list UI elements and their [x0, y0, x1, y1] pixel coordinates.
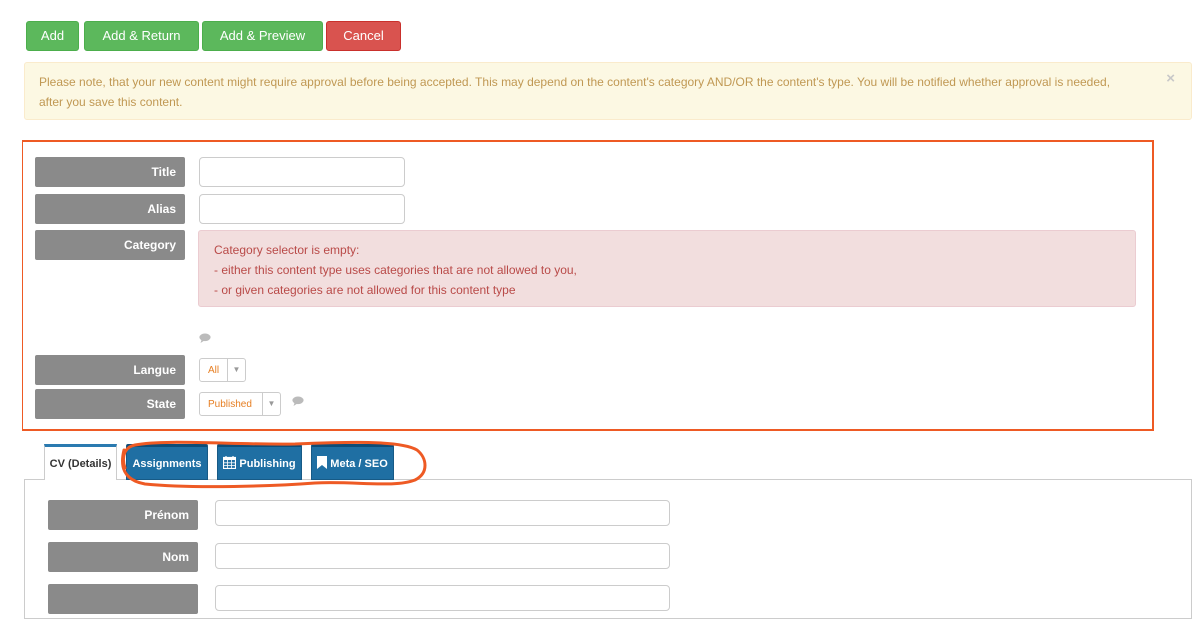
add-preview-button[interactable]: Add & Preview [202, 21, 323, 51]
langue-label: Langue [35, 355, 185, 385]
approval-notice-text: Please note, that your new content might… [39, 75, 1111, 109]
category-error-line: Category selector is empty: [214, 243, 360, 257]
state-select-value: Published [208, 399, 252, 410]
category-label: Category [35, 230, 185, 260]
cv-third-label [48, 584, 198, 614]
comment-icon[interactable] [199, 333, 211, 343]
state-label: State [35, 389, 185, 419]
title-input[interactable] [199, 157, 405, 187]
chevron-down-icon: ▼ [262, 393, 280, 415]
tab-cv-details-label: CV (Details) [49, 458, 112, 470]
category-error-line: - or given categories are not allowed fo… [214, 283, 516, 297]
chevron-down-icon: ▼ [227, 359, 245, 381]
approval-notice: Please note, that your new content might… [24, 62, 1192, 120]
state-select[interactable]: Published ▼ [199, 392, 281, 416]
category-error-line: - either this content type uses categori… [214, 263, 577, 277]
close-icon[interactable]: × [1166, 71, 1175, 86]
prenom-label: Prénom [48, 500, 198, 530]
cv-third-input[interactable] [215, 585, 670, 611]
comment-icon[interactable] [292, 396, 304, 406]
langue-select[interactable]: All ▼ [199, 358, 246, 382]
langue-select-value: All [208, 365, 220, 376]
title-label: Title [35, 157, 185, 187]
nom-input[interactable] [215, 543, 670, 569]
prenom-input[interactable] [215, 500, 670, 526]
add-return-button[interactable]: Add & Return [84, 21, 199, 51]
add-button[interactable]: Add [26, 21, 79, 51]
tab-cv-details[interactable]: CV (Details) [44, 444, 117, 480]
alias-label: Alias [35, 194, 185, 224]
cancel-button[interactable]: Cancel [326, 21, 401, 51]
nom-label: Nom [48, 542, 198, 572]
annotation-scribble [121, 440, 427, 489]
category-error-alert: Category selector is empty: - either thi… [198, 230, 1136, 307]
alias-input[interactable] [199, 194, 405, 224]
